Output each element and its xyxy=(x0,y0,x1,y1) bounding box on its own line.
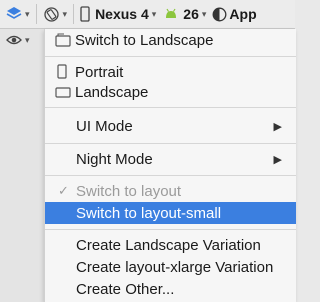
phone-icon xyxy=(80,6,90,22)
menu-item-night-mode[interactable]: Night Mode ▶ xyxy=(45,148,296,170)
device-label: Nexus 4 xyxy=(95,6,149,22)
menu-label: Create Landscape Variation xyxy=(76,236,261,254)
menu-separator xyxy=(45,107,296,108)
menu-label: Portrait xyxy=(75,63,124,81)
api-dropdown[interactable]: 26 ▾ xyxy=(164,0,206,28)
chevron-down-icon: ▾ xyxy=(25,34,30,45)
menu-label: Switch to Landscape xyxy=(75,31,214,49)
menu-separator xyxy=(45,143,296,144)
portrait-icon xyxy=(57,64,67,79)
chevron-down-icon: ▾ xyxy=(151,8,157,19)
layers-dropdown[interactable]: ▾ xyxy=(6,0,30,28)
chevron-down-icon: ▾ xyxy=(201,8,207,19)
theme-dropdown[interactable]: App xyxy=(212,0,257,28)
visibility-dropdown[interactable]: ▾ xyxy=(6,34,30,46)
menu-separator xyxy=(45,56,296,57)
submenu-arrow-icon: ▶ xyxy=(273,153,282,166)
menu-item-switch-to-landscape[interactable]: Switch to Landscape xyxy=(45,29,296,51)
checkmark-icon: ✓ xyxy=(58,183,69,198)
menu-item-switch-to-layout-small[interactable]: Switch to layout-small xyxy=(45,202,296,224)
menu-item-ui-mode[interactable]: UI Mode ▶ xyxy=(45,115,296,137)
menu-label: Create layout-xlarge Variation xyxy=(76,258,274,276)
device-dropdown[interactable]: Nexus 4 ▾ xyxy=(80,0,156,28)
menu-label: Switch to layout-small xyxy=(76,204,222,222)
menu-label: Landscape xyxy=(75,83,149,101)
configuration-menu: Switch to Landscape Portrait Landscape U… xyxy=(44,29,296,302)
android-icon xyxy=(166,8,177,18)
menu-item-switch-to-layout: ✓ Switch to layout xyxy=(45,180,296,202)
menu-label: Night Mode xyxy=(76,150,153,168)
divider xyxy=(73,4,75,24)
menu-item-portrait[interactable]: Portrait xyxy=(45,61,296,83)
submenu-arrow-icon: ▶ xyxy=(273,120,282,133)
chevron-down-icon: ▾ xyxy=(25,8,30,19)
rotate-icon xyxy=(43,6,59,22)
menu-label: UI Mode xyxy=(76,117,133,135)
theme-icon xyxy=(212,7,227,21)
menu-item-create-other[interactable]: Create Other... xyxy=(45,278,296,300)
landscape-device-icon xyxy=(55,33,71,47)
app-label: App xyxy=(229,6,257,22)
menu-item-create-xlarge-variation[interactable]: Create layout-xlarge Variation xyxy=(45,256,296,278)
rotate-dropdown[interactable]: ▾ xyxy=(43,0,68,28)
divider xyxy=(35,4,37,24)
menu-label: Switch to layout xyxy=(76,182,182,200)
menu-item-create-landscape-variation[interactable]: Create Landscape Variation xyxy=(45,234,296,256)
api-label: 26 xyxy=(183,6,199,22)
eye-icon xyxy=(6,35,22,45)
chevron-down-icon: ▾ xyxy=(62,8,68,19)
landscape-icon xyxy=(55,87,71,98)
left-panel: ▾ xyxy=(0,29,44,302)
menu-separator xyxy=(45,175,296,176)
menu-item-landscape[interactable]: Landscape xyxy=(45,81,296,103)
menu-separator xyxy=(45,229,296,230)
toolbar: ▾ ▾ Nexus 4 ▾ 26 ▾ App xyxy=(0,0,295,29)
menu-label: Create Other... xyxy=(76,280,175,298)
layers-icon xyxy=(6,7,22,19)
